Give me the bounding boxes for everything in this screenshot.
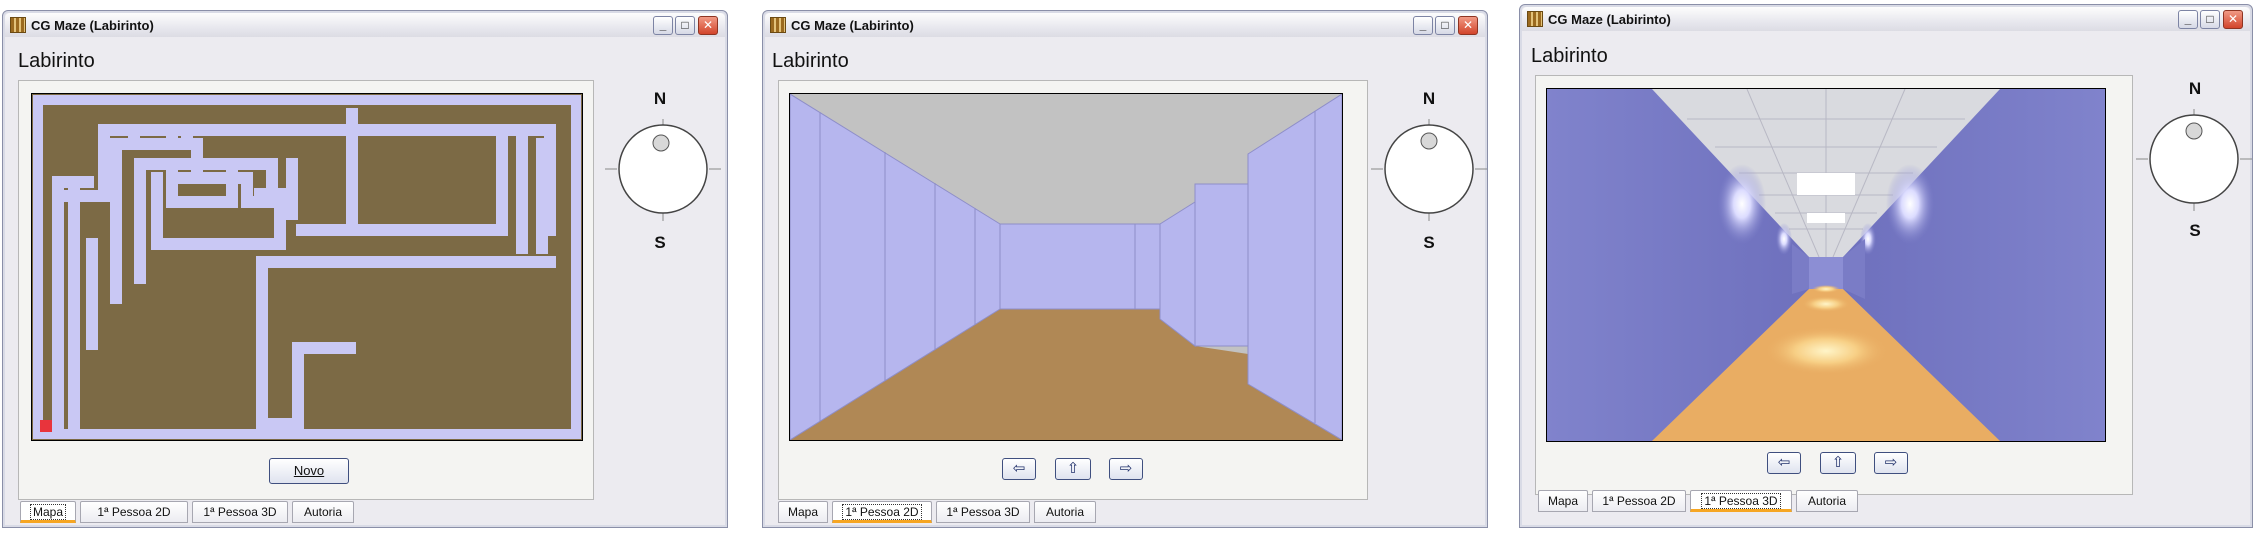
maximize-button[interactable]: □ [1435, 16, 1455, 35]
compass-dial-icon [1371, 119, 1487, 221]
compass-south-label: S [654, 233, 666, 252]
tab-autoria[interactable]: Autoria [292, 501, 354, 523]
window-title: CG Maze (Labirinto) [791, 18, 914, 33]
tab-mapa[interactable]: Mapa [778, 501, 828, 523]
maze-app-icon [770, 17, 786, 33]
close-button[interactable]: ✕ [698, 16, 718, 35]
tab-primeira-pessoa-3d[interactable]: 1ª Pessoa 3D [936, 501, 1030, 523]
maze-window-3d: CG Maze (Labirinto) _ □ ✕ Labirinto ⇦ ⇧ … [1519, 4, 2253, 528]
view-panel: ⇦ ⇧ ⇨ [778, 80, 1368, 500]
left-arrow-icon: ⇦ [1012, 460, 1026, 477]
compass: N S [603, 81, 723, 261]
close-button[interactable]: ✕ [2223, 10, 2243, 29]
title-bar[interactable]: CG Maze (Labirinto) _ □ ✕ [5, 13, 725, 37]
first-person-2d-view[interactable] [789, 93, 1343, 441]
minimize-button[interactable]: _ [653, 16, 673, 35]
compass: N S [1363, 81, 1487, 261]
view-panel: Novo [18, 80, 594, 500]
up-arrow-icon: ⇧ [1831, 454, 1845, 471]
tab-primeira-pessoa-2d[interactable]: 1ª Pessoa 2D [832, 501, 932, 523]
tab-primeira-pessoa-2d[interactable]: 1ª Pessoa 2D [80, 501, 188, 523]
maze-app-icon [10, 17, 26, 33]
compass-south-label: S [1423, 233, 1435, 252]
tab-autoria[interactable]: Autoria [1796, 490, 1858, 512]
right-arrow-icon: ⇨ [1119, 460, 1133, 477]
tab-mapa[interactable]: Mapa [20, 501, 76, 523]
turn-left-button[interactable]: ⇦ [1002, 458, 1036, 480]
turn-left-button[interactable]: ⇦ [1767, 452, 1801, 474]
close-button[interactable]: ✕ [1458, 16, 1478, 35]
right-arrow-icon: ⇨ [1884, 454, 1898, 471]
tab-primeira-pessoa-3d[interactable]: 1ª Pessoa 3D [1690, 490, 1792, 512]
view-panel: ⇦ ⇧ ⇨ [1535, 75, 2133, 495]
turn-right-button[interactable]: ⇨ [1109, 458, 1143, 480]
compass-north-label: N [653, 89, 667, 108]
new-button-label: Novo [293, 463, 325, 478]
compass-dial-icon [605, 119, 721, 221]
compass-dial-icon [2136, 109, 2252, 211]
tab-primeira-pessoa-3d[interactable]: 1ª Pessoa 3D [192, 501, 288, 523]
maze-app-icon [1527, 11, 1543, 27]
compass-north-label: N [2188, 79, 2202, 98]
move-forward-button[interactable]: ⇧ [1055, 458, 1091, 480]
compass-north-label: N [1422, 89, 1436, 108]
turn-right-button[interactable]: ⇨ [1874, 452, 1908, 474]
page-title: Labirinto [18, 50, 95, 72]
maximize-button[interactable]: □ [675, 16, 695, 35]
maximize-button[interactable]: □ [2200, 10, 2220, 29]
maze-window-map: CG Maze (Labirinto) _ □ ✕ Labirinto Novo… [2, 10, 728, 528]
tab-primeira-pessoa-2d[interactable]: 1ª Pessoa 2D [1592, 490, 1686, 512]
minimize-button[interactable]: _ [1413, 16, 1433, 35]
tab-autoria[interactable]: Autoria [1034, 501, 1096, 523]
title-bar[interactable]: CG Maze (Labirinto) _ □ ✕ [1522, 7, 2250, 31]
left-arrow-icon: ⇦ [1777, 454, 1791, 471]
compass: N S [2132, 75, 2252, 255]
window-title: CG Maze (Labirinto) [31, 18, 154, 33]
new-maze-button[interactable]: Novo [269, 458, 349, 484]
tab-mapa[interactable]: Mapa [1538, 490, 1588, 512]
minimize-button[interactable]: _ [2178, 10, 2198, 29]
first-person-3d-view[interactable] [1546, 88, 2106, 442]
player-marker [40, 420, 52, 432]
maze-map[interactable] [31, 93, 583, 441]
maze-window-2d: CG Maze (Labirinto) _ □ ✕ Labirinto ⇦ ⇧ … [762, 10, 1488, 528]
title-bar[interactable]: CG Maze (Labirinto) _ □ ✕ [765, 13, 1485, 37]
window-title: CG Maze (Labirinto) [1548, 12, 1671, 27]
up-arrow-icon: ⇧ [1066, 460, 1080, 477]
move-forward-button[interactable]: ⇧ [1820, 452, 1856, 474]
page-title: Labirinto [772, 50, 849, 72]
compass-south-label: S [2189, 221, 2201, 240]
page-title: Labirinto [1531, 45, 1608, 67]
